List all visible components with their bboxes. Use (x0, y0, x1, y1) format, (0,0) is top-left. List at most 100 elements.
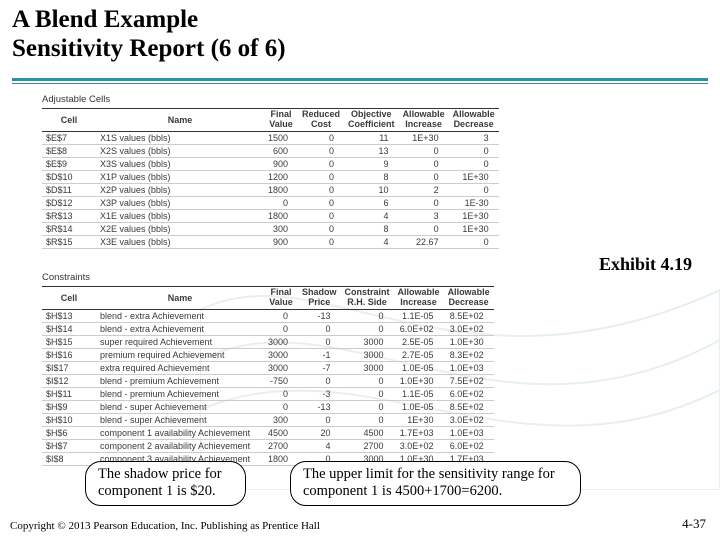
cell-fv: 3000 (264, 361, 298, 374)
cell-ai: 1.0E-05 (394, 400, 444, 413)
cell-sp: -3 (298, 387, 341, 400)
cell-name: X2S values (bbls) (96, 144, 264, 157)
col-obj-coef: ObjectiveCoefficient (344, 109, 399, 132)
cell-cell: $E$7 (42, 131, 96, 144)
cell-ai: 1.7E+03 (394, 426, 444, 439)
cell-sp: 0 (298, 335, 341, 348)
cell-fv: 0 (264, 400, 298, 413)
cell-ad: 7.5E+02 (444, 374, 494, 387)
cell-fv: 900 (264, 235, 298, 248)
cell-rc: 0 (298, 144, 344, 157)
cell-ai: 0 (399, 170, 449, 183)
cell-oc: 9 (344, 157, 399, 170)
cell-rhs: 0 (341, 374, 394, 387)
cell-rc: 0 (298, 196, 344, 209)
cell-rc: 0 (298, 170, 344, 183)
cell-oc: 8 (344, 170, 399, 183)
cell-cell: $H$11 (42, 387, 96, 400)
cell-rc: 0 (298, 222, 344, 235)
cell-ai: 1E+30 (394, 413, 444, 426)
table-row: $H$16premium required Achievement3000-13… (42, 348, 494, 361)
cell-ai: 0 (399, 196, 449, 209)
cell-rhs: 3000 (341, 361, 394, 374)
cell-oc: 13 (344, 144, 399, 157)
cell-cell: $H$14 (42, 322, 96, 335)
cell-ad: 8.5E+02 (444, 400, 494, 413)
cell-ai: 0 (399, 222, 449, 235)
cell-cell: $H$6 (42, 426, 96, 439)
cell-rc: 0 (298, 235, 344, 248)
cell-cell: $H$10 (42, 413, 96, 426)
cell-ai: 1.0E-05 (394, 361, 444, 374)
copyright-text: Copyright © 2013 Pearson Education, Inc.… (10, 520, 320, 532)
cell-fv: 300 (264, 413, 298, 426)
title-line-1: A Blend Example (12, 6, 198, 33)
cell-ad: 1.0E+03 (444, 426, 494, 439)
cell-ai: 3.0E+02 (394, 439, 444, 452)
table-row: $H$13blend - extra Achievement0-1301.1E-… (42, 309, 494, 322)
table-row: $E$8X2S values (bbls)60001300 (42, 144, 499, 157)
cell-fv: 300 (264, 222, 298, 235)
col-name: Name (96, 287, 264, 310)
page-number: 4-37 (682, 516, 706, 532)
cell-fv: 900 (264, 157, 298, 170)
cell-name: blend - extra Achievement (96, 309, 264, 322)
cell-name: blend - premium Achievement (96, 387, 264, 400)
cell-fv: 1200 (264, 170, 298, 183)
table-row: $E$9X3S values (bbls)9000900 (42, 157, 499, 170)
col-shadow-price: ShadowPrice (298, 287, 341, 310)
cell-ai: 6.0E+02 (394, 322, 444, 335)
col-name: Name (96, 109, 264, 132)
cell-name: super required Achievement (96, 335, 264, 348)
cell-oc: 4 (344, 235, 399, 248)
cell-fv: 1500 (264, 131, 298, 144)
callout-upper-limit: The upper limit for the sensitivity rang… (290, 461, 581, 506)
cell-rhs: 0 (341, 322, 394, 335)
cell-ai: 3 (399, 209, 449, 222)
cell-fv: 0 (264, 387, 298, 400)
title-line-2: Sensitivity Report (6 of 6) (12, 35, 286, 62)
cell-ai: 2 (399, 183, 449, 196)
table-row: $R$13X1E values (bbls)18000431E+30 (42, 209, 499, 222)
table-row: $R$14X2E values (bbls)3000801E+30 (42, 222, 499, 235)
cell-sp: -7 (298, 361, 341, 374)
cell-fv: 0 (264, 196, 298, 209)
cell-cell: $D$11 (42, 183, 96, 196)
cell-ad: 3 (449, 131, 499, 144)
cell-ad: 3.0E+02 (444, 322, 494, 335)
table-row: $H$14blend - extra Achievement0006.0E+02… (42, 322, 494, 335)
cell-cell: $D$12 (42, 196, 96, 209)
cell-rc: 0 (298, 157, 344, 170)
cell-oc: 6 (344, 196, 399, 209)
cell-rc: 0 (298, 209, 344, 222)
table-row: $H$9blend - super Achievement0-1301.0E-0… (42, 400, 494, 413)
cell-ad: 1E+30 (449, 209, 499, 222)
cell-sp: 0 (298, 322, 341, 335)
col-constraint-rhs: ConstraintR.H. Side (341, 287, 394, 310)
cell-ad: 6.0E+02 (444, 387, 494, 400)
cell-fv: 4500 (264, 426, 298, 439)
slide-title: A Blend Example Sensitivity Report (6 of… (12, 6, 286, 64)
table-row: $H$7component 2 availability Achievement… (42, 439, 494, 452)
cell-name: blend - super Achievement (96, 413, 264, 426)
col-reduced-cost: ReducedCost (298, 109, 344, 132)
table-row: $H$11blend - premium Achievement0-301.1E… (42, 387, 494, 400)
cell-ai: 2.7E-05 (394, 348, 444, 361)
table-row: $H$15super required Achievement300003000… (42, 335, 494, 348)
cell-name: blend - premium Achievement (96, 374, 264, 387)
cell-name: component 2 availability Achievement (96, 439, 264, 452)
adjustable-cells-table: Cell Name FinalValue ReducedCost Objecti… (42, 108, 499, 249)
cell-fv: 0 (264, 322, 298, 335)
cell-fv: 0 (264, 309, 298, 322)
cell-ad: 8.3E+02 (444, 348, 494, 361)
title-rule-thin (12, 83, 708, 84)
cell-name: X2P values (bbls) (96, 183, 264, 196)
col-allow-dec: AllowableDecrease (444, 287, 494, 310)
col-final-value: FinalValue (264, 109, 298, 132)
cell-cell: $I$8 (42, 452, 96, 465)
table-row: $H$10blend - super Achievement300001E+30… (42, 413, 494, 426)
table-row: $E$7X1S values (bbls)15000111E+303 (42, 131, 499, 144)
cell-ad: 1E+30 (449, 170, 499, 183)
cell-rhs: 3000 (341, 348, 394, 361)
cell-cell: $R$15 (42, 235, 96, 248)
